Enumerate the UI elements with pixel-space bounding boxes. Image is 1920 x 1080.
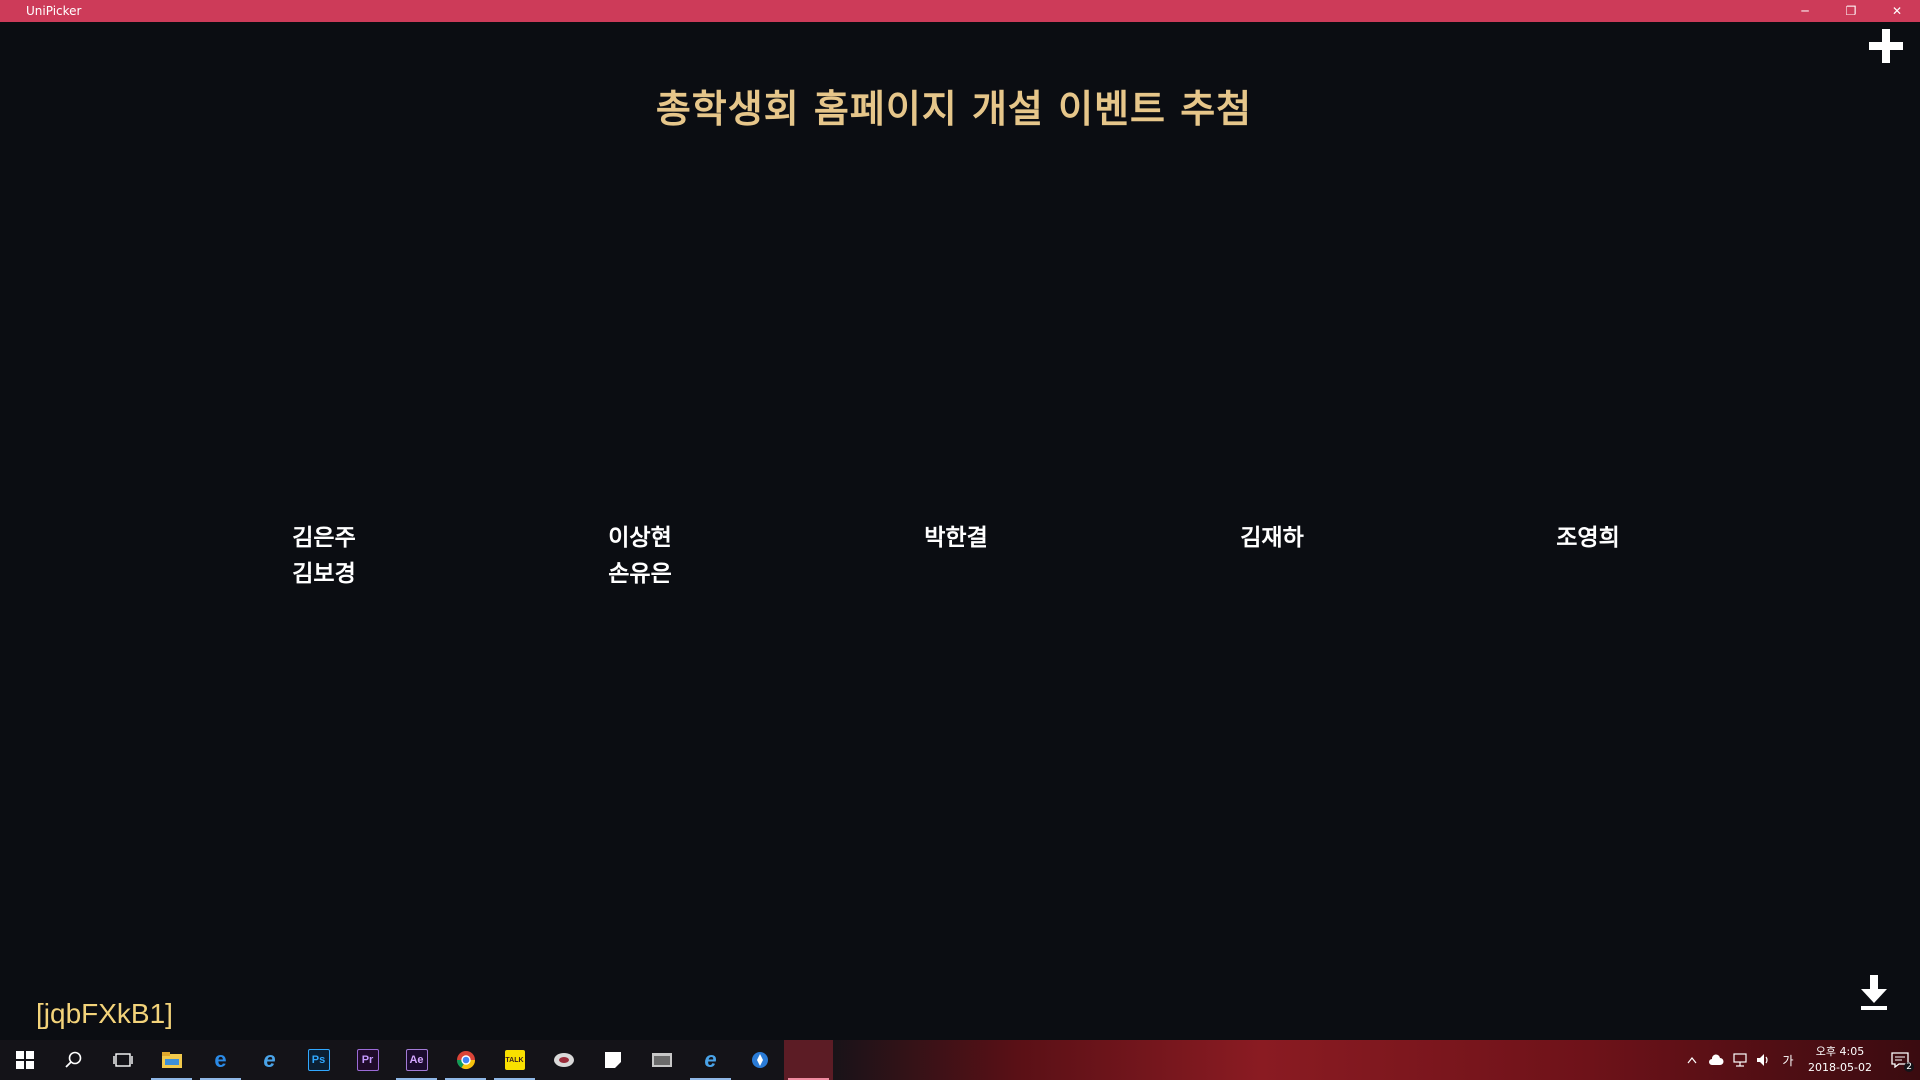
taskbar-apps: e e Ps Pr Ae TALK e: [0, 1040, 833, 1080]
title-bar[interactable]: UniPicker ─ ❐ ✕: [0, 0, 1920, 22]
ime-indicator[interactable]: 가: [1776, 1040, 1800, 1080]
winner-list: 김은주 김보경 이상현 손유은 박한결 김재하 조영희: [0, 520, 1908, 620]
window-controls: ─ ❐ ✕: [1782, 0, 1920, 22]
window-title: UniPicker: [26, 4, 82, 18]
clock-date: 2018-05-02: [1808, 1061, 1872, 1074]
page-title: 총학생회 홈페이지 개설 이벤트 추첨: [655, 87, 1253, 131]
notification-count: 2: [1904, 1062, 1914, 1072]
minimize-button[interactable]: ─: [1782, 0, 1828, 22]
system-tray: 가 오후 4:05 2018-05-02 2: [1680, 1040, 1920, 1080]
close-button[interactable]: ✕: [1874, 0, 1920, 22]
clock-time: 오후 4:05: [1815, 1045, 1865, 1058]
winner-group-3: 박한결: [876, 520, 1036, 556]
kakaotalk-icon[interactable]: TALK: [490, 1040, 539, 1080]
after-effects-icon[interactable]: Ae: [392, 1040, 441, 1080]
add-button[interactable]: [1866, 26, 1906, 66]
plus-icon: [1869, 29, 1903, 63]
clock[interactable]: 오후 4:05 2018-05-02: [1800, 1044, 1880, 1076]
taskbar: e e Ps Pr Ae TALK e 가 오후 4:05 2018-05-02…: [0, 1040, 1920, 1080]
winner-name: 김보경: [292, 561, 356, 587]
internet-explorer-icon[interactable]: e: [245, 1040, 294, 1080]
download-button[interactable]: [1856, 972, 1892, 1012]
draw-code: [jqbFXkB1]: [36, 998, 173, 1029]
winner-name: 김은주: [292, 525, 356, 551]
unipicker-logo-icon: [4, 3, 20, 19]
notification-center-button[interactable]: 2: [1880, 1040, 1920, 1080]
winner-group-5: 조영희: [1508, 520, 1668, 556]
download-icon: [1861, 975, 1887, 1010]
premiere-icon[interactable]: Pr: [343, 1040, 392, 1080]
internet-explorer-icon[interactable]: e: [686, 1040, 735, 1080]
chrome-icon[interactable]: [441, 1040, 490, 1080]
edge-icon[interactable]: e: [196, 1040, 245, 1080]
restore-button[interactable]: ❐: [1828, 0, 1874, 22]
winner-name: 김재하: [1240, 525, 1304, 551]
photoshop-icon[interactable]: Ps: [294, 1040, 343, 1080]
winner-name: 박한결: [924, 525, 988, 551]
app-window-icon[interactable]: [637, 1040, 686, 1080]
winner-group-1: 김은주 김보경: [244, 520, 404, 592]
unipicker-icon[interactable]: [784, 1040, 833, 1080]
winner-name: 이상현: [608, 525, 672, 551]
search-icon[interactable]: [49, 1040, 98, 1080]
app-window: UniPicker ─ ❐ ✕ 총학생회 홈페이지 개설 이벤트 추첨 김은주 …: [0, 0, 1920, 1040]
windows-start-icon[interactable]: [0, 1040, 49, 1080]
chevron-up-icon[interactable]: [1680, 1040, 1704, 1080]
task-view-icon[interactable]: [98, 1040, 147, 1080]
volume-icon[interactable]: [1752, 1040, 1776, 1080]
winner-group-4: 김재하: [1192, 520, 1352, 556]
winner-name: 조영희: [1556, 525, 1620, 551]
network-icon[interactable]: [1728, 1040, 1752, 1080]
app-icon[interactable]: [539, 1040, 588, 1080]
cloud-icon[interactable]: [1704, 1040, 1728, 1080]
file-explorer-icon[interactable]: [147, 1040, 196, 1080]
pin-app-icon[interactable]: [735, 1040, 784, 1080]
winner-name: 손유은: [608, 561, 672, 587]
sticky-notes-icon[interactable]: [588, 1040, 637, 1080]
winner-group-2: 이상현 손유은: [560, 520, 720, 592]
